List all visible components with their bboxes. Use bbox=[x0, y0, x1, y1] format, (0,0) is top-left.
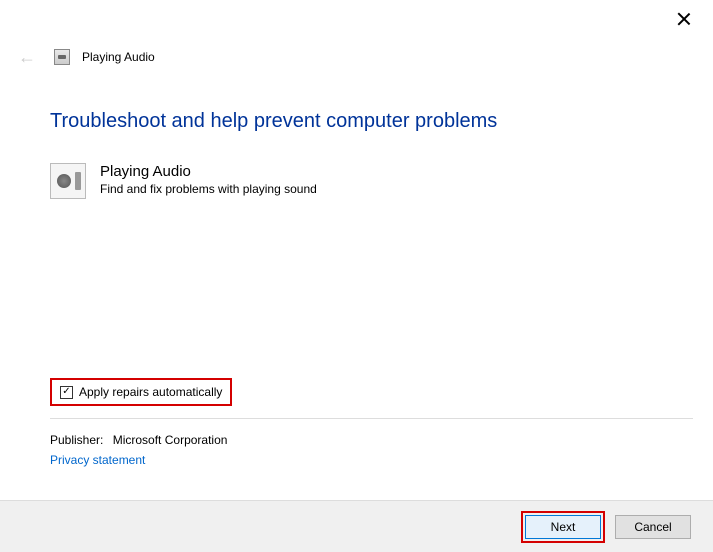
publisher-row: Publisher: Microsoft Corporation bbox=[50, 433, 693, 447]
checkbox-icon bbox=[60, 386, 73, 399]
next-highlight: Next bbox=[521, 511, 605, 543]
privacy-statement-link[interactable]: Privacy statement bbox=[50, 453, 693, 467]
audio-icon bbox=[50, 163, 86, 199]
cancel-button[interactable]: Cancel bbox=[615, 515, 691, 539]
next-button[interactable]: Next bbox=[525, 515, 601, 539]
content-area: Troubleshoot and help prevent computer p… bbox=[50, 110, 683, 199]
footer-bar: Next Cancel bbox=[0, 500, 713, 552]
troubleshooter-item: Playing Audio Find and fix problems with… bbox=[50, 163, 683, 199]
close-icon[interactable] bbox=[677, 12, 691, 26]
checkbox-label: Apply repairs automatically bbox=[79, 385, 222, 399]
troubleshooter-icon bbox=[54, 49, 70, 65]
lower-section: Apply repairs automatically Publisher: M… bbox=[50, 378, 693, 467]
page-heading: Troubleshoot and help prevent computer p… bbox=[50, 110, 683, 133]
publisher-label: Publisher: bbox=[50, 433, 103, 447]
item-description: Find and fix problems with playing sound bbox=[100, 182, 317, 196]
wizard-header: ← Playing Audio bbox=[18, 48, 155, 66]
publisher-value: Microsoft Corporation bbox=[113, 433, 228, 447]
window-title: Playing Audio bbox=[82, 50, 155, 64]
back-arrow-icon: ← bbox=[18, 48, 42, 66]
item-title: Playing Audio bbox=[100, 163, 317, 180]
divider bbox=[50, 418, 693, 419]
apply-repairs-checkbox[interactable]: Apply repairs automatically bbox=[50, 378, 232, 406]
